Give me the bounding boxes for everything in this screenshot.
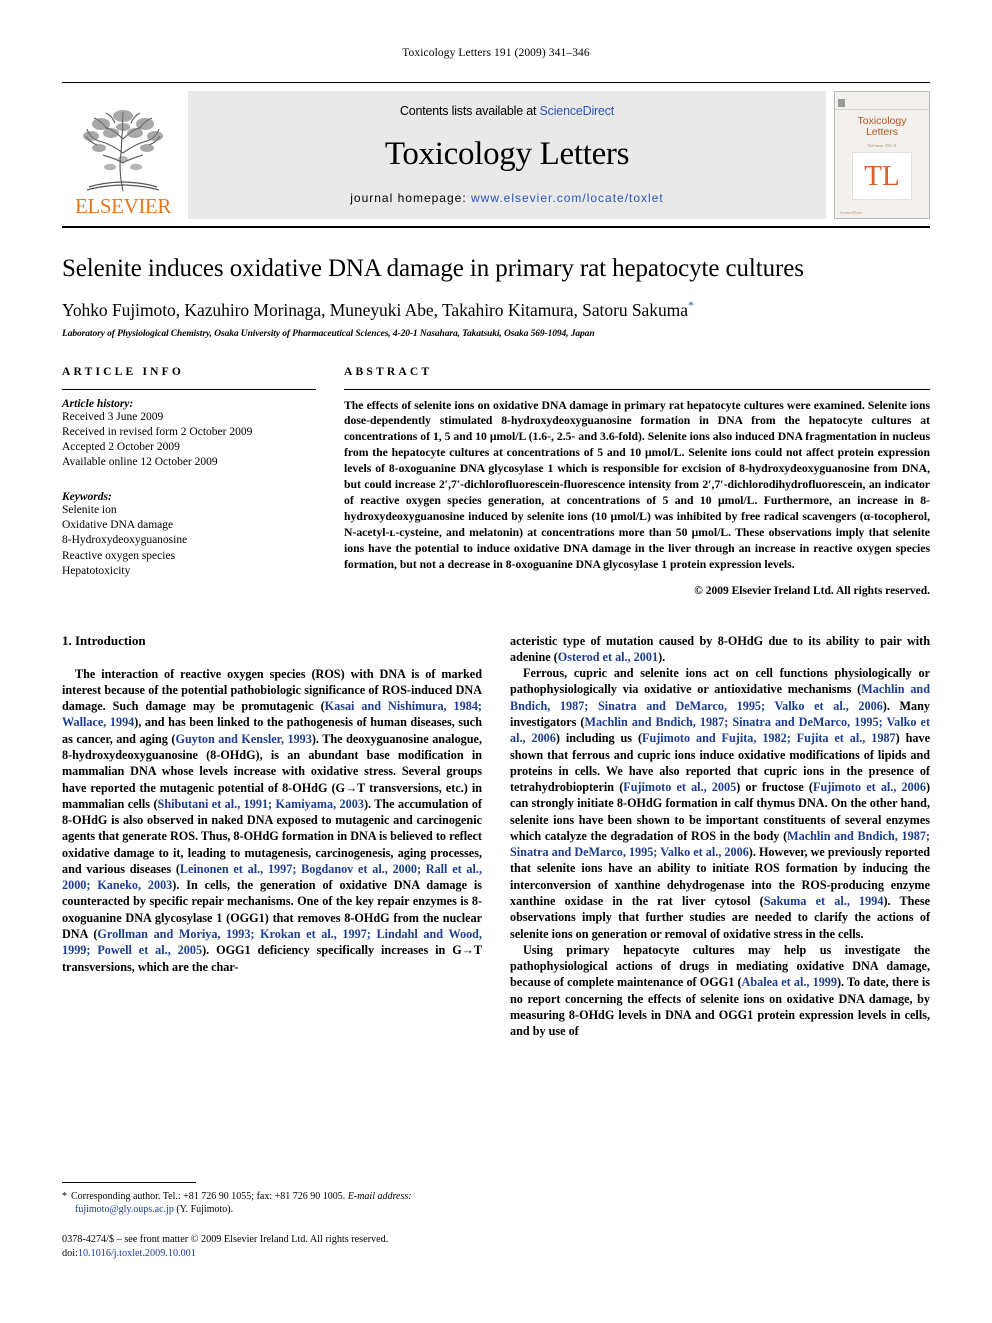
issn-line: 0378-4274/$ – see front matter © 2009 El… [62, 1233, 389, 1245]
citation-link[interactable]: Sakuma et al., 1994 [764, 894, 884, 908]
homepage-label: journal homepage: [350, 191, 467, 205]
keywords-block: Keywords: Selenite ion Oxidative DNA dam… [62, 491, 316, 579]
article-info-column: ARTICLE INFO Article history: Received 3… [62, 366, 316, 597]
keyword-item: Oxidative DNA damage [62, 518, 174, 531]
journal-article-page: Toxicology Letters 191 (2009) 341–346 EL… [0, 0, 992, 1323]
elsevier-logo: ELSEVIER [62, 91, 184, 219]
citation-link[interactable]: Shibutani et al., 1991; Kamiyama, 2003 [158, 797, 364, 811]
keyword-item: Reactive oxygen species [62, 549, 176, 562]
doi-link[interactable]: 10.1016/j.toxlet.2009.10.001 [78, 1248, 196, 1259]
banner-center-panel: Contents lists available at ScienceDirec… [188, 91, 826, 219]
corresponding-author-note: * Corresponding author. Tel.: +81 726 90 … [62, 1190, 482, 1217]
cover-volume-text: Volume 191/3 [867, 143, 897, 149]
keyword-item: Selenite ion [62, 503, 117, 516]
cover-journal-title: Toxicology Letters [857, 115, 906, 139]
email-label: E-mail address: [347, 1190, 412, 1202]
issn-copyright-block: 0378-4274/$ – see front matter © 2009 El… [62, 1233, 482, 1261]
footnote-star-marker: * [62, 1190, 67, 1202]
intro-paragraph-2: Ferrous, cupric and selenite ions act on… [510, 665, 930, 942]
footnote-rule [62, 1181, 196, 1183]
contents-prefix: Contents lists available at [399, 104, 540, 118]
citation-link[interactable]: Abalea et al., 1999 [742, 975, 837, 989]
journal-homepage-line: journal homepage: www.elsevier.com/locat… [350, 191, 663, 205]
keywords-label: Keywords: [62, 490, 112, 503]
citation-link[interactable]: Fujimoto et al., 2005 [623, 780, 736, 794]
keyword-item: 8-Hydroxydeoxyguanosine [62, 534, 188, 547]
abstract-heading: ABSTRACT [344, 365, 433, 378]
body-column-left: 1. Introduction The interaction of react… [62, 633, 482, 1040]
journal-cover-thumbnail: Toxicology Letters Volume 191/3 TL Scien… [834, 91, 930, 219]
corresponding-author-marker: * [687, 297, 694, 312]
intro-paragraph-1-continued: acteristic type of mutation caused by 8-… [510, 633, 930, 666]
contents-available-line: Contents lists available at ScienceDirec… [400, 104, 614, 118]
abstract-column: ABSTRACT The effects of selenite ions on… [344, 366, 930, 597]
text-run: ) or fructose ( [736, 780, 813, 795]
article-history-label: Article history: [62, 397, 134, 410]
footnote-area: * Corresponding author. Tel.: +81 726 90 … [62, 1181, 482, 1261]
doi-label: doi: [62, 1247, 78, 1259]
abstract-rule [344, 388, 930, 390]
running-head: Toxicology Letters 191 (2009) 341–346 [402, 47, 590, 59]
homepage-url-link[interactable]: www.elsevier.com/locate/toxlet [471, 191, 664, 205]
page-title: Selenite induces oxidative DNA damage in… [62, 255, 804, 282]
citation-link[interactable]: Osterod et al., 2001 [558, 650, 658, 664]
journal-title: Toxicology Letters [384, 136, 630, 172]
banner-bottom-rule [62, 226, 930, 228]
history-item: Accepted 2 October 2009 [62, 441, 180, 454]
keyword-item: Hepatotoxicity [62, 564, 131, 577]
citation-link[interactable]: Guyton and Kensler, 1993 [175, 732, 311, 746]
text-run: ). [658, 649, 666, 664]
history-item: Received 3 June 2009 [62, 410, 164, 423]
abstract-text: The effects of selenite ions on oxidativ… [344, 398, 930, 571]
cover-title-line2: Letters [865, 126, 899, 139]
article-info-rule [62, 388, 316, 390]
cover-monogram-box: TL [852, 152, 912, 201]
email-link[interactable]: fujimoto@gly.oups.ac.jp [75, 1204, 174, 1215]
cover-monogram: TL [864, 159, 900, 192]
email-suffix: (Y. Fujimoto). [176, 1204, 234, 1216]
intro-paragraph-3: Using primary hepatocyte cultures may he… [510, 942, 930, 1040]
affiliation: Laboratory of Physiological Chemistry, O… [62, 328, 595, 339]
doi-line: doi:10.1016/j.toxlet.2009.10.001 [62, 1247, 482, 1261]
history-item: Received in revised form 2 October 2009 [62, 425, 253, 438]
cover-topbar [835, 96, 929, 110]
intro-paragraph-1: The interaction of reactive oxygen speci… [62, 666, 482, 975]
elsevier-tree-icon [77, 107, 169, 195]
abstract-copyright: © 2009 Elsevier Ireland Ltd. All rights … [694, 584, 930, 597]
text-run: ) including us ( [555, 731, 643, 746]
citation-link[interactable]: Fujimoto and Fujita, 1982; Fujita et al.… [642, 731, 896, 745]
body-column-right: acteristic type of mutation caused by 8-… [510, 633, 930, 1040]
body-columns: 1. Introduction The interaction of react… [62, 633, 930, 1040]
sciencedirect-link[interactable]: ScienceDirect [540, 104, 615, 118]
journal-banner: ELSEVIER Contents lists available at Sci… [62, 82, 930, 219]
cover-footer-text: ScienceDirect [840, 210, 863, 215]
corresponding-author-text: Corresponding author. Tel.: +81 726 90 1… [71, 1190, 346, 1202]
info-abstract-row: ARTICLE INFO Article history: Received 3… [62, 366, 930, 597]
cover-publisher-mark-icon [838, 98, 845, 107]
citation-link[interactable]: Fujimoto et al., 2006 [813, 780, 926, 794]
section-heading-introduction: 1. Introduction [62, 632, 146, 648]
history-item: Available online 12 October 2009 [62, 456, 218, 469]
article-info-heading: ARTICLE INFO [62, 365, 185, 378]
author-names: Yohko Fujimoto, Kazuhiro Morinaga, Muney… [62, 299, 688, 320]
author-list: Yohko Fujimoto, Kazuhiro Morinaga, Muney… [62, 298, 930, 321]
elsevier-wordmark: ELSEVIER [75, 194, 171, 218]
